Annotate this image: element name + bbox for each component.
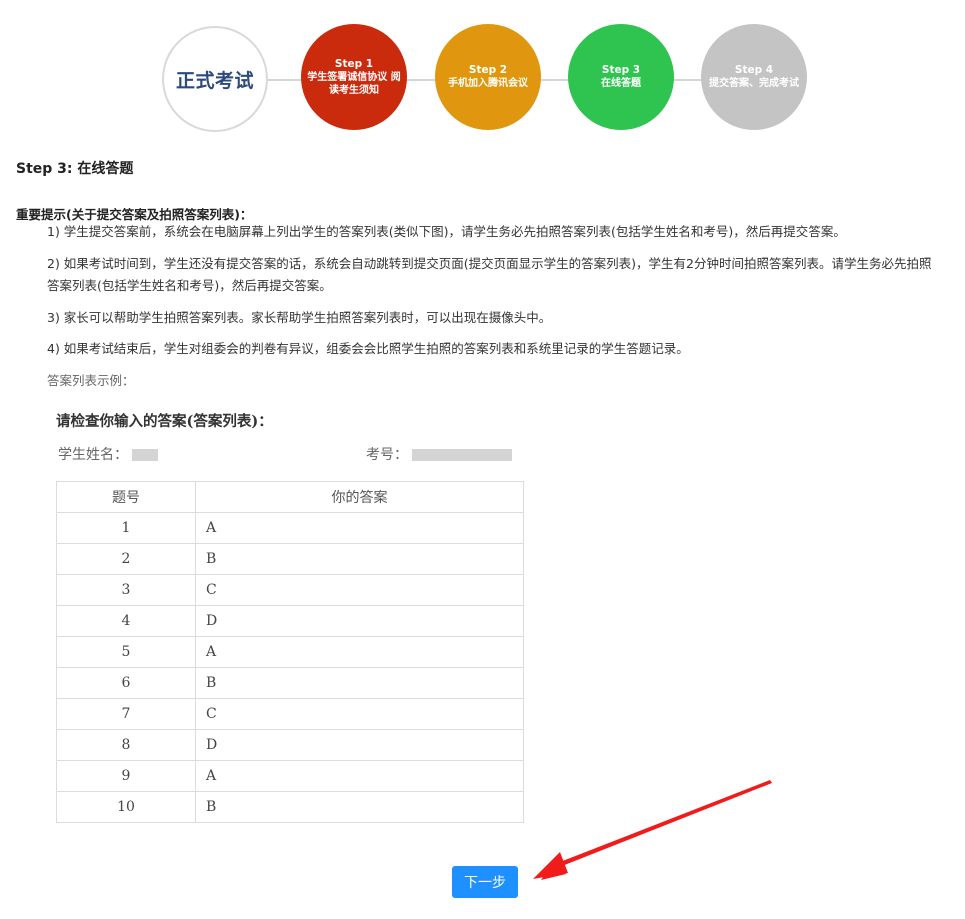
- step-2-circle: Step 2 手机加入腾讯会议: [435, 24, 541, 130]
- question-number: 10: [56, 791, 196, 823]
- table-row: 8D: [56, 729, 524, 761]
- question-number: 4: [56, 605, 196, 637]
- answer-value: A: [195, 760, 524, 792]
- answer-value: A: [195, 636, 524, 668]
- question-number: 9: [56, 760, 196, 792]
- table-row: 2B: [56, 543, 524, 575]
- student-name-label: 学生姓名：: [58, 447, 128, 463]
- step-3-label: 在线答题: [601, 78, 641, 89]
- table-row: 5A: [56, 636, 524, 668]
- student-id-redacted: [412, 449, 512, 461]
- table-row: 1A: [56, 512, 524, 544]
- next-step-button[interactable]: 下一步: [452, 866, 518, 898]
- answer-value: C: [195, 574, 524, 606]
- table-row: 10 B: [56, 791, 524, 823]
- arrow-head: [533, 852, 568, 879]
- student-name-row: 学生姓名：: [58, 444, 158, 464]
- table-row: 7C: [56, 698, 524, 730]
- column-header-answer: 你的答案: [195, 481, 524, 513]
- student-id-label: 考号：: [366, 447, 408, 463]
- answer-table: 题号 你的答案 1A 2B 3C 4D 5A 6B 7C 8D 9A 10 B: [56, 481, 524, 823]
- answer-value: D: [195, 605, 524, 637]
- step-3-circle: Step 3 在线答题: [568, 24, 674, 130]
- column-header-number: 题号: [56, 481, 196, 513]
- question-number: 5: [56, 636, 196, 668]
- step-4-label: 提交答案、完成考试: [709, 78, 799, 89]
- step-4-number: Step 4: [734, 64, 774, 76]
- student-name-redacted: [132, 449, 158, 461]
- student-id-row: 考号：: [366, 444, 512, 464]
- answer-value: D: [195, 729, 524, 761]
- answer-value: B: [195, 791, 524, 823]
- table-row: 6B: [56, 667, 524, 699]
- step-2-number: Step 2: [468, 64, 508, 76]
- step-1-number: Step 1: [334, 57, 374, 70]
- question-number: 7: [56, 698, 196, 730]
- table-header-row: 题号 你的答案: [56, 481, 524, 513]
- page-heading: Step 3: 在线答题: [16, 161, 134, 177]
- step-title-circle: 正式考试: [162, 26, 268, 132]
- answer-value: B: [195, 543, 524, 575]
- arrow-icon: [541, 780, 772, 880]
- answer-value: C: [195, 698, 524, 730]
- step-2-label: 手机加入腾讯会议: [448, 78, 528, 89]
- question-number: 3: [56, 574, 196, 606]
- notice-item-2: 2) 如果考试时间到，学生还没有提交答案的话，系统会自动跳转到提交页面(提交页面…: [47, 256, 932, 293]
- notice-item-3: 3) 家长可以帮助学生拍照答案列表。家长帮助学生拍照答案列表时，可以出现在摄像头…: [47, 310, 552, 325]
- step-title: 正式考试: [175, 69, 254, 92]
- step-progress: 正式考试 Step 1 学生签署诚信协议 阅读考生须知 Step 2 手机加入腾…: [0, 0, 965, 140]
- notice-item-1: 1) 学生提交答案前，系统会在电脑屏幕上列出学生的答案列表(类似下图)，请学生务…: [47, 224, 846, 239]
- answer-value: B: [195, 667, 524, 699]
- step-4-circle: Step 4 提交答案、完成考试: [701, 24, 807, 130]
- question-number: 8: [56, 729, 196, 761]
- table-row: 4D: [56, 605, 524, 637]
- step-3-number: Step 3: [601, 64, 641, 76]
- question-number: 2: [56, 543, 196, 575]
- step-1-circle: Step 1 学生签署诚信协议 阅读考生须知: [301, 24, 407, 130]
- sample-title: 请检查你输入的答案(答案列表)：: [56, 413, 273, 430]
- question-number: 6: [56, 667, 196, 699]
- step-1-label: 学生签署诚信协议 阅读考生须知: [307, 71, 401, 96]
- question-number: 1: [56, 512, 196, 544]
- example-label: 答案列表示例：: [47, 373, 135, 388]
- table-row: 3C: [56, 574, 524, 606]
- answer-value: A: [195, 512, 524, 544]
- notice-item-4: 4) 如果考试结束后，学生对组委会的判卷有异议，组委会会比照学生拍照的答案列表和…: [47, 341, 689, 356]
- table-row: 9A: [56, 760, 524, 792]
